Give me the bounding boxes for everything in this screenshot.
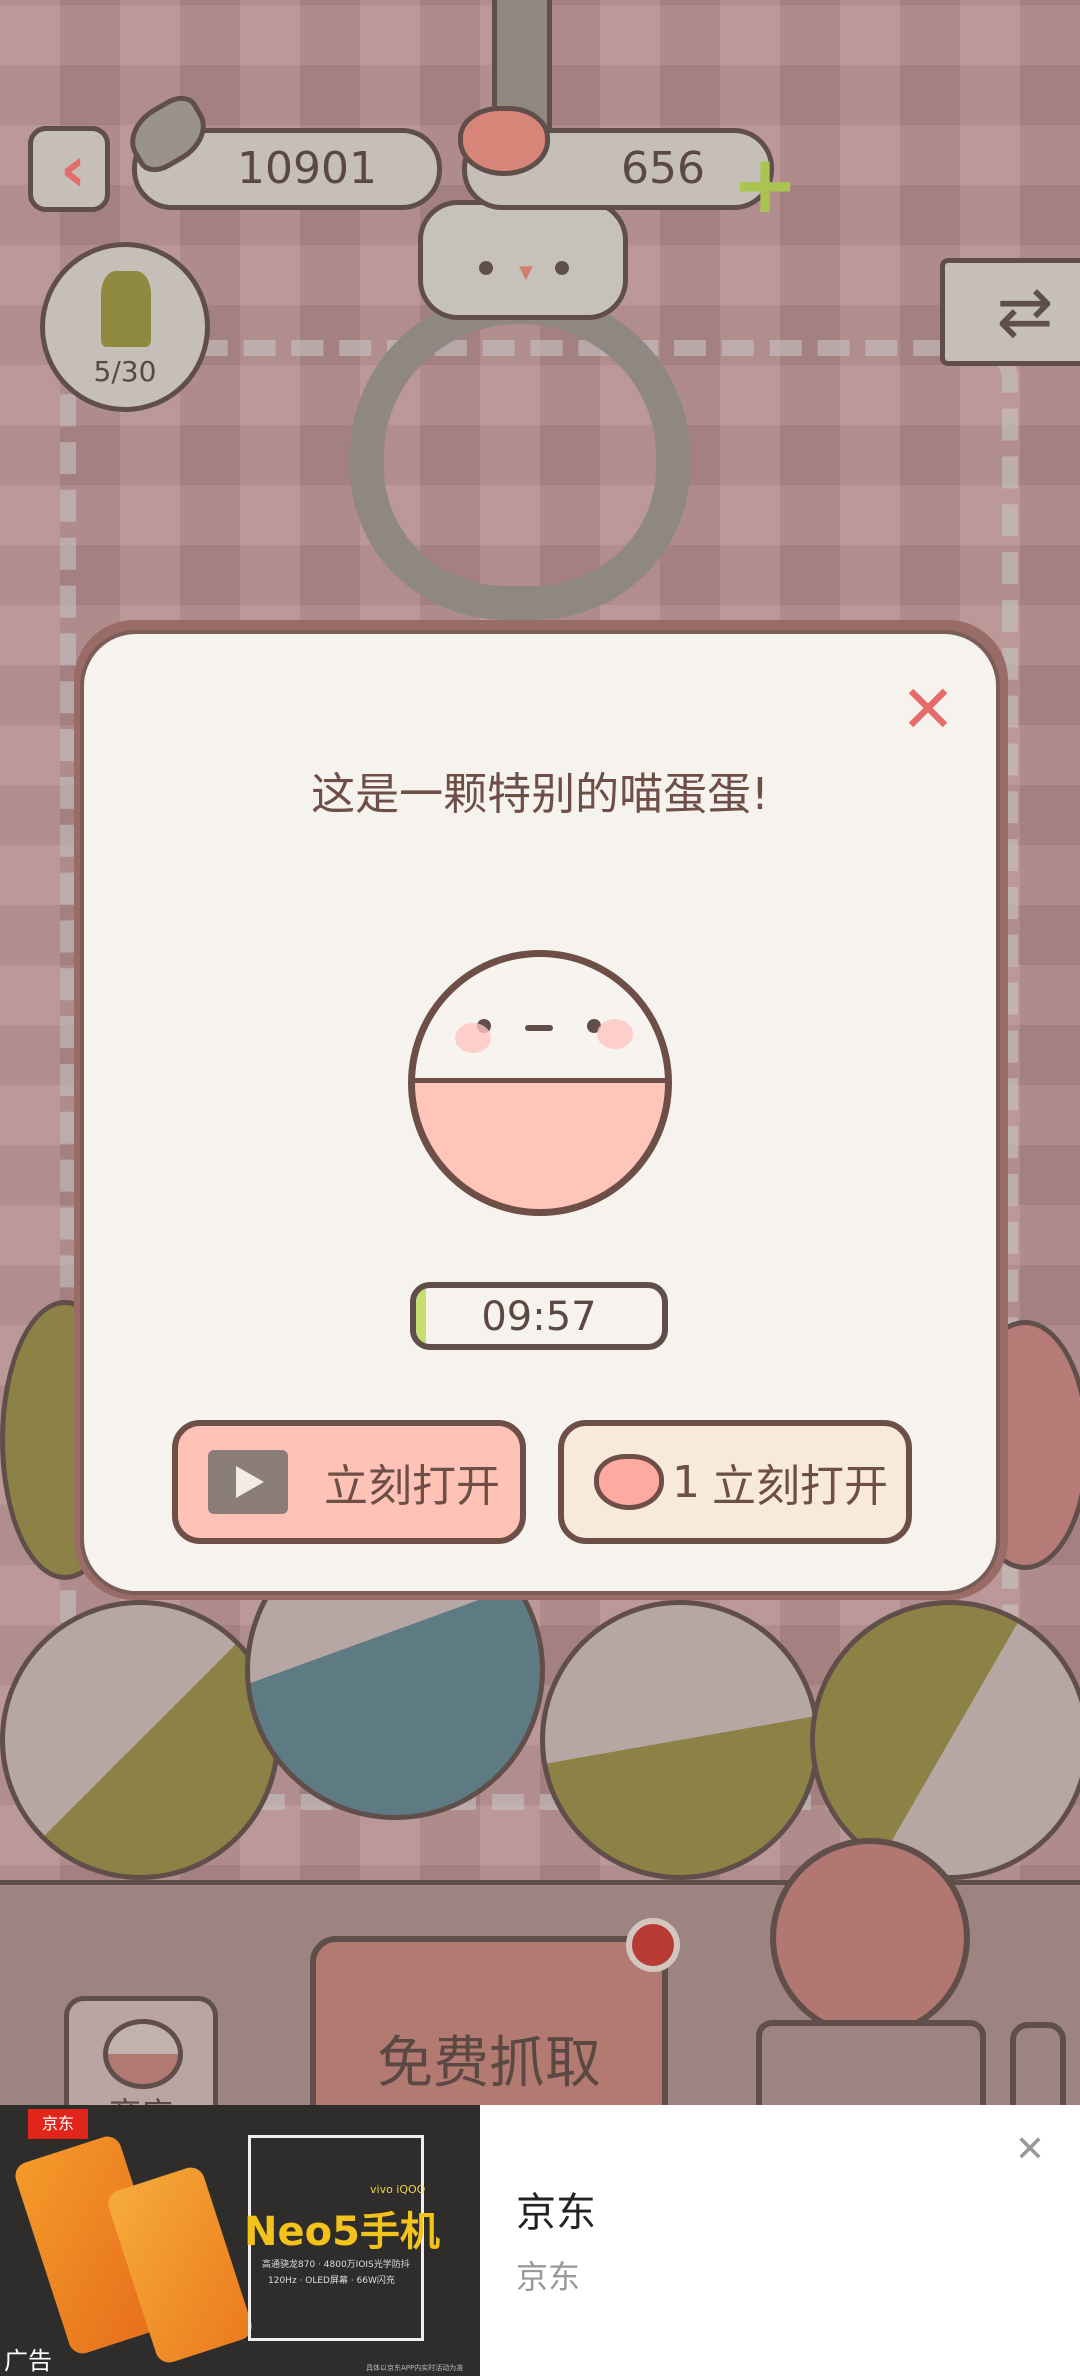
plant-progress: 5/30 — [93, 355, 157, 388]
egg-timer: 09:57 — [410, 1282, 668, 1350]
heart-open-label: 立刻打开 — [712, 1461, 888, 1512]
refresh-icon: ⇄ — [996, 273, 1054, 352]
ad-spec-line2: 120Hz · OLED屏幕 · 66W闪充 — [268, 2276, 395, 2286]
capsule-ball — [0, 1600, 280, 1880]
jd-badge: 京东 — [28, 2109, 88, 2139]
close-icon: ✕ — [1014, 2129, 1046, 2170]
heart-icon — [594, 1454, 664, 1510]
dialog-title: 这是一颗特别的喵蛋蛋! — [311, 769, 769, 820]
capsule-ball — [810, 1600, 1080, 1880]
plus-icon: + — [731, 138, 799, 231]
ad-close-button[interactable]: ✕ — [1010, 2130, 1050, 2170]
video-open-label: 立刻打开 — [324, 1461, 500, 1512]
shop-ball-icon — [103, 2019, 183, 2089]
add-hearts-button[interactable]: + — [730, 145, 800, 225]
fish-count: 10901 — [237, 143, 377, 194]
back-button[interactable]: ‹ — [28, 126, 110, 212]
claw-cat-head: ▼ — [418, 200, 628, 320]
cat-egg-icon — [408, 950, 672, 1216]
plant-progress-button[interactable]: 5/30 — [40, 242, 210, 412]
close-dialog-button[interactable]: ✕ — [896, 677, 960, 743]
video-play-icon — [208, 1450, 288, 1514]
ad-image[interactable]: 京东 vivo iQOO Neo5手机 高通骁龙870 · 4800万IOIS光… — [0, 2105, 480, 2376]
ad-spec-line1: 高通骁龙870 · 4800万IOIS光学防抖 — [262, 2260, 410, 2270]
ad-brand-small: vivo iQOO — [370, 2183, 426, 2196]
heart-cost: 1 — [672, 1456, 700, 1508]
refresh-button[interactable]: ⇄ — [940, 258, 1080, 366]
joystick[interactable] — [770, 1838, 970, 2038]
ad-subtitle: 京东 — [516, 2258, 581, 2296]
heart-open-button[interactable]: 1 立刻打开 — [558, 1420, 912, 1544]
close-icon: ✕ — [900, 671, 956, 748]
capsule-ball — [540, 1600, 820, 1880]
watch-video-open-button[interactable]: 立刻打开 — [172, 1420, 526, 1544]
ad-title[interactable]: 京东 — [516, 2180, 596, 2238]
chevron-left-icon: ‹ — [59, 133, 87, 207]
notification-dot — [626, 1918, 680, 1972]
claw-ring — [350, 290, 690, 620]
ad-label: 广告 — [4, 2347, 52, 2375]
timer-text: 09:57 — [481, 1294, 597, 1340]
bonsai-plant-icon — [101, 271, 151, 347]
ad-headline: Neo5手机 — [244, 2209, 440, 2255]
heart-count: 656 — [621, 143, 705, 194]
heart-icon — [458, 106, 550, 176]
ad-disclaimer: 具体以京东APP内实时活动为准 — [366, 2364, 464, 2372]
free-grab-label: 免费抓取 — [377, 2031, 601, 2096]
